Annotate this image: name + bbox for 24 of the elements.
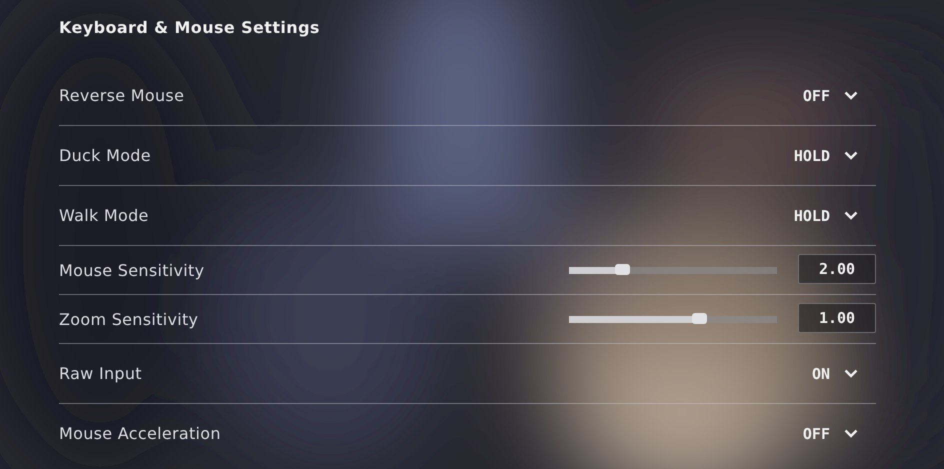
slider[interactable] — [569, 316, 777, 322]
chevron-down-icon — [844, 91, 858, 100]
value-field[interactable]: 2.00 — [798, 254, 876, 284]
setting-label: Reverse Mouse — [59, 86, 184, 105]
dropdown[interactable]: OFF — [802, 86, 876, 104]
chevron-down-icon — [844, 151, 858, 160]
chevron-down-icon — [844, 429, 858, 438]
chevron-down-icon — [844, 369, 858, 378]
dropdown[interactable]: ON — [812, 364, 876, 382]
setting-label: Walk Mode — [59, 206, 149, 225]
slider-thumb[interactable] — [615, 264, 630, 274]
slider-thumb[interactable] — [692, 312, 708, 324]
setting-label: Mouse Sensitivity — [59, 260, 204, 280]
dropdown[interactable]: OFF — [802, 424, 876, 442]
setting-label: Duck Mode — [59, 146, 151, 165]
setting-label: Raw Input — [59, 364, 142, 383]
setting-label: Mouse Acceleration — [59, 424, 221, 443]
slider[interactable] — [569, 266, 777, 274]
value-field[interactable]: 1.00 — [798, 303, 876, 333]
chevron-down-icon — [844, 211, 858, 220]
setting-label: Zoom Sensitivity — [59, 310, 198, 328]
dropdown[interactable]: HOLD — [794, 206, 876, 224]
dropdown[interactable]: HOLD — [794, 146, 876, 164]
section-title: Keyboard & Mouse Settings — [59, 17, 321, 39]
